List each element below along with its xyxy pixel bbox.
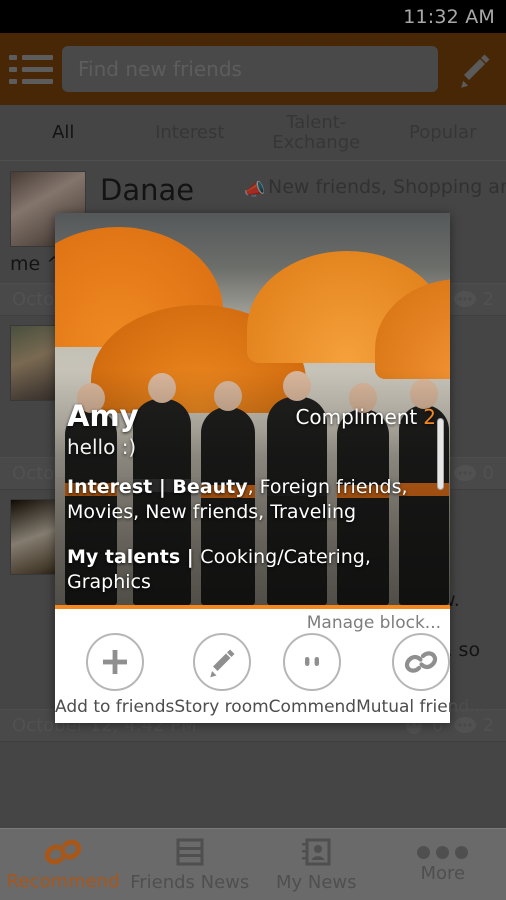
profile-my-talents-label: My talents | — [67, 546, 201, 568]
post-counts: 2 — [453, 289, 494, 310]
card-scrollbar[interactable] — [437, 418, 444, 490]
nav-label-my-news: My News — [275, 872, 357, 893]
nav-label-friends-news: Friends News — [130, 872, 250, 893]
tab-talent-exchange[interactable]: Talent- Exchange — [253, 112, 380, 153]
manage-block-link[interactable]: Manage block... — [307, 613, 441, 633]
megaphone-icon: 📣 — [244, 180, 266, 200]
three-dots-icon — [417, 845, 469, 859]
nav-item-friends-news[interactable]: Friends News — [127, 829, 254, 900]
plus-icon — [85, 633, 144, 691]
profile-interest-line: Interest | Beauty, Foreign friends, Movi… — [67, 475, 424, 525]
profile-photo[interactable]: Amy Compliment 2 hello :) Interest | Beau… — [55, 213, 450, 605]
comment-count: 2 — [453, 289, 494, 310]
tab-strip: All Interest Talent- Exchange Popular — [0, 105, 506, 161]
compliment-count: 2 — [423, 405, 436, 429]
nav-item-recommend[interactable]: Recommend — [0, 829, 127, 900]
commend-button[interactable]: Commend — [269, 633, 356, 717]
comment-count: 2 — [453, 715, 494, 736]
tab-popular[interactable]: Popular — [380, 122, 506, 143]
pencil-icon — [192, 633, 251, 691]
commend-label: Commend — [268, 697, 357, 717]
nav-label-recommend: Recommend — [6, 871, 120, 892]
profile-info-block: Interest | Beauty, Foreign friends, Movi… — [67, 475, 424, 605]
status-bar-clock: 11:32 AM — [403, 5, 495, 28]
contact-card-icon — [302, 838, 331, 866]
mutual-friends-label: Mutual friend... — [356, 697, 486, 717]
nav-item-my-news[interactable]: My News — [253, 829, 380, 900]
status-bar: 11:32 AM — [0, 0, 506, 33]
profile-interest-label: Interest | — [67, 476, 173, 498]
profile-interest-highlight: Beauty — [172, 476, 248, 498]
story-room-button[interactable]: Story room — [174, 633, 269, 717]
tab-interest[interactable]: Interest — [127, 122, 254, 143]
search-input-placeholder: Find new friends — [78, 57, 242, 81]
comment-count: 0 — [453, 463, 494, 484]
compliment-label: Compliment — [295, 405, 418, 429]
app-bar: Find new friends — [0, 33, 506, 105]
nav-item-more[interactable]: More — [380, 829, 506, 900]
search-input[interactable]: Find new friends — [62, 46, 438, 92]
nav-label-more: More — [420, 862, 466, 884]
profile-action-bar: Manage block... Add to friends Story roo… — [55, 609, 485, 723]
profile-overlay-card[interactable]: Amy Compliment 2 hello :) Interest | Beau… — [55, 213, 485, 723]
mutual-friends-button[interactable]: Mutual friend... — [356, 633, 485, 717]
post-counts: 0 — [453, 463, 494, 484]
story-room-label: Story room — [174, 697, 269, 717]
comment-bubble-icon — [453, 716, 476, 733]
chain-link-icon — [391, 633, 450, 691]
add-to-friends-button[interactable]: Add to friends — [55, 633, 174, 717]
compliment-badge[interactable]: Compliment 2 — [295, 405, 436, 429]
comment-bubble-icon — [453, 464, 476, 481]
comment-bubble-icon — [453, 290, 476, 307]
tab-all[interactable]: All — [0, 122, 127, 143]
bottom-navigation: Recommend Friends News My News More — [0, 828, 506, 900]
profile-status-message: hello :) — [67, 435, 137, 459]
profile-my-talents-line: My talents | Cooking/Catering, Graphics — [67, 545, 424, 595]
list-lines-icon — [176, 838, 204, 866]
chain-link-icon — [45, 839, 82, 865]
face-icon — [283, 633, 342, 691]
compose-pencil-icon[interactable] — [444, 33, 506, 105]
list-menu-icon[interactable] — [0, 33, 62, 105]
profile-name: Amy — [67, 399, 139, 433]
post-tags: New friends, Shopping and — [268, 176, 506, 198]
add-to-friends-label: Add to friends — [55, 697, 175, 717]
